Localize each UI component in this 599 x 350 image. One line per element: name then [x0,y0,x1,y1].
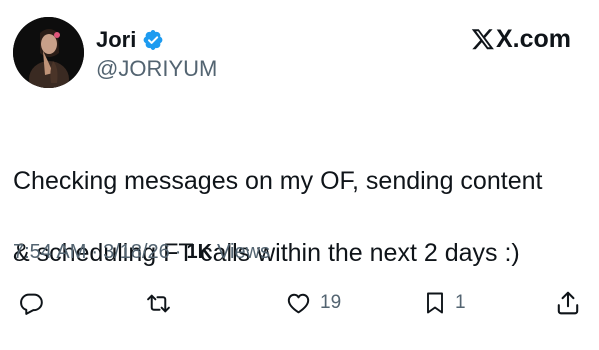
reply-icon [20,293,43,315]
brand-mark: X.com [471,24,571,54]
x-logo-icon [471,27,495,51]
avatar[interactable] [13,17,84,88]
verified-badge-icon [142,29,164,51]
bookmark-button[interactable]: 1 [423,286,466,320]
tweet-meta: 7:54 AM · 3/18/26 · 1K Views [13,239,270,265]
like-count: 19 [320,292,342,313]
display-name-row: Jori [96,26,164,54]
meta-separator: · [174,241,182,263]
meta-separator: · [91,241,99,263]
bookmark-icon [427,292,443,314]
share-button[interactable] [555,286,589,320]
like-button[interactable]: 19 [285,286,341,320]
views-count: 1K [186,241,213,263]
brand-domain: X.com [495,25,571,53]
repost-icon [147,294,170,312]
tweet-card: Jori @JORIYUM X.com Checking messages on… [0,0,599,350]
bookmark-count: 1 [455,292,466,313]
post-date[interactable]: 3/18/26 [103,239,170,265]
profile-photo [13,17,84,88]
repost-button[interactable] [145,286,180,320]
share-icon [557,291,579,315]
heart-icon [287,293,310,313]
display-name[interactable]: Jori [96,26,136,54]
tweet-text-line: Checking messages on my OF, sending cont… [13,167,543,195]
views-label: Views [217,241,271,263]
user-handle[interactable]: @JORIYUM [96,55,217,83]
action-bar: 19 1 [0,286,599,320]
post-time[interactable]: 7:54 AM [13,239,86,265]
reply-button[interactable] [19,286,52,320]
tweet-text: Checking messages on my OF, sending cont… [13,127,588,307]
